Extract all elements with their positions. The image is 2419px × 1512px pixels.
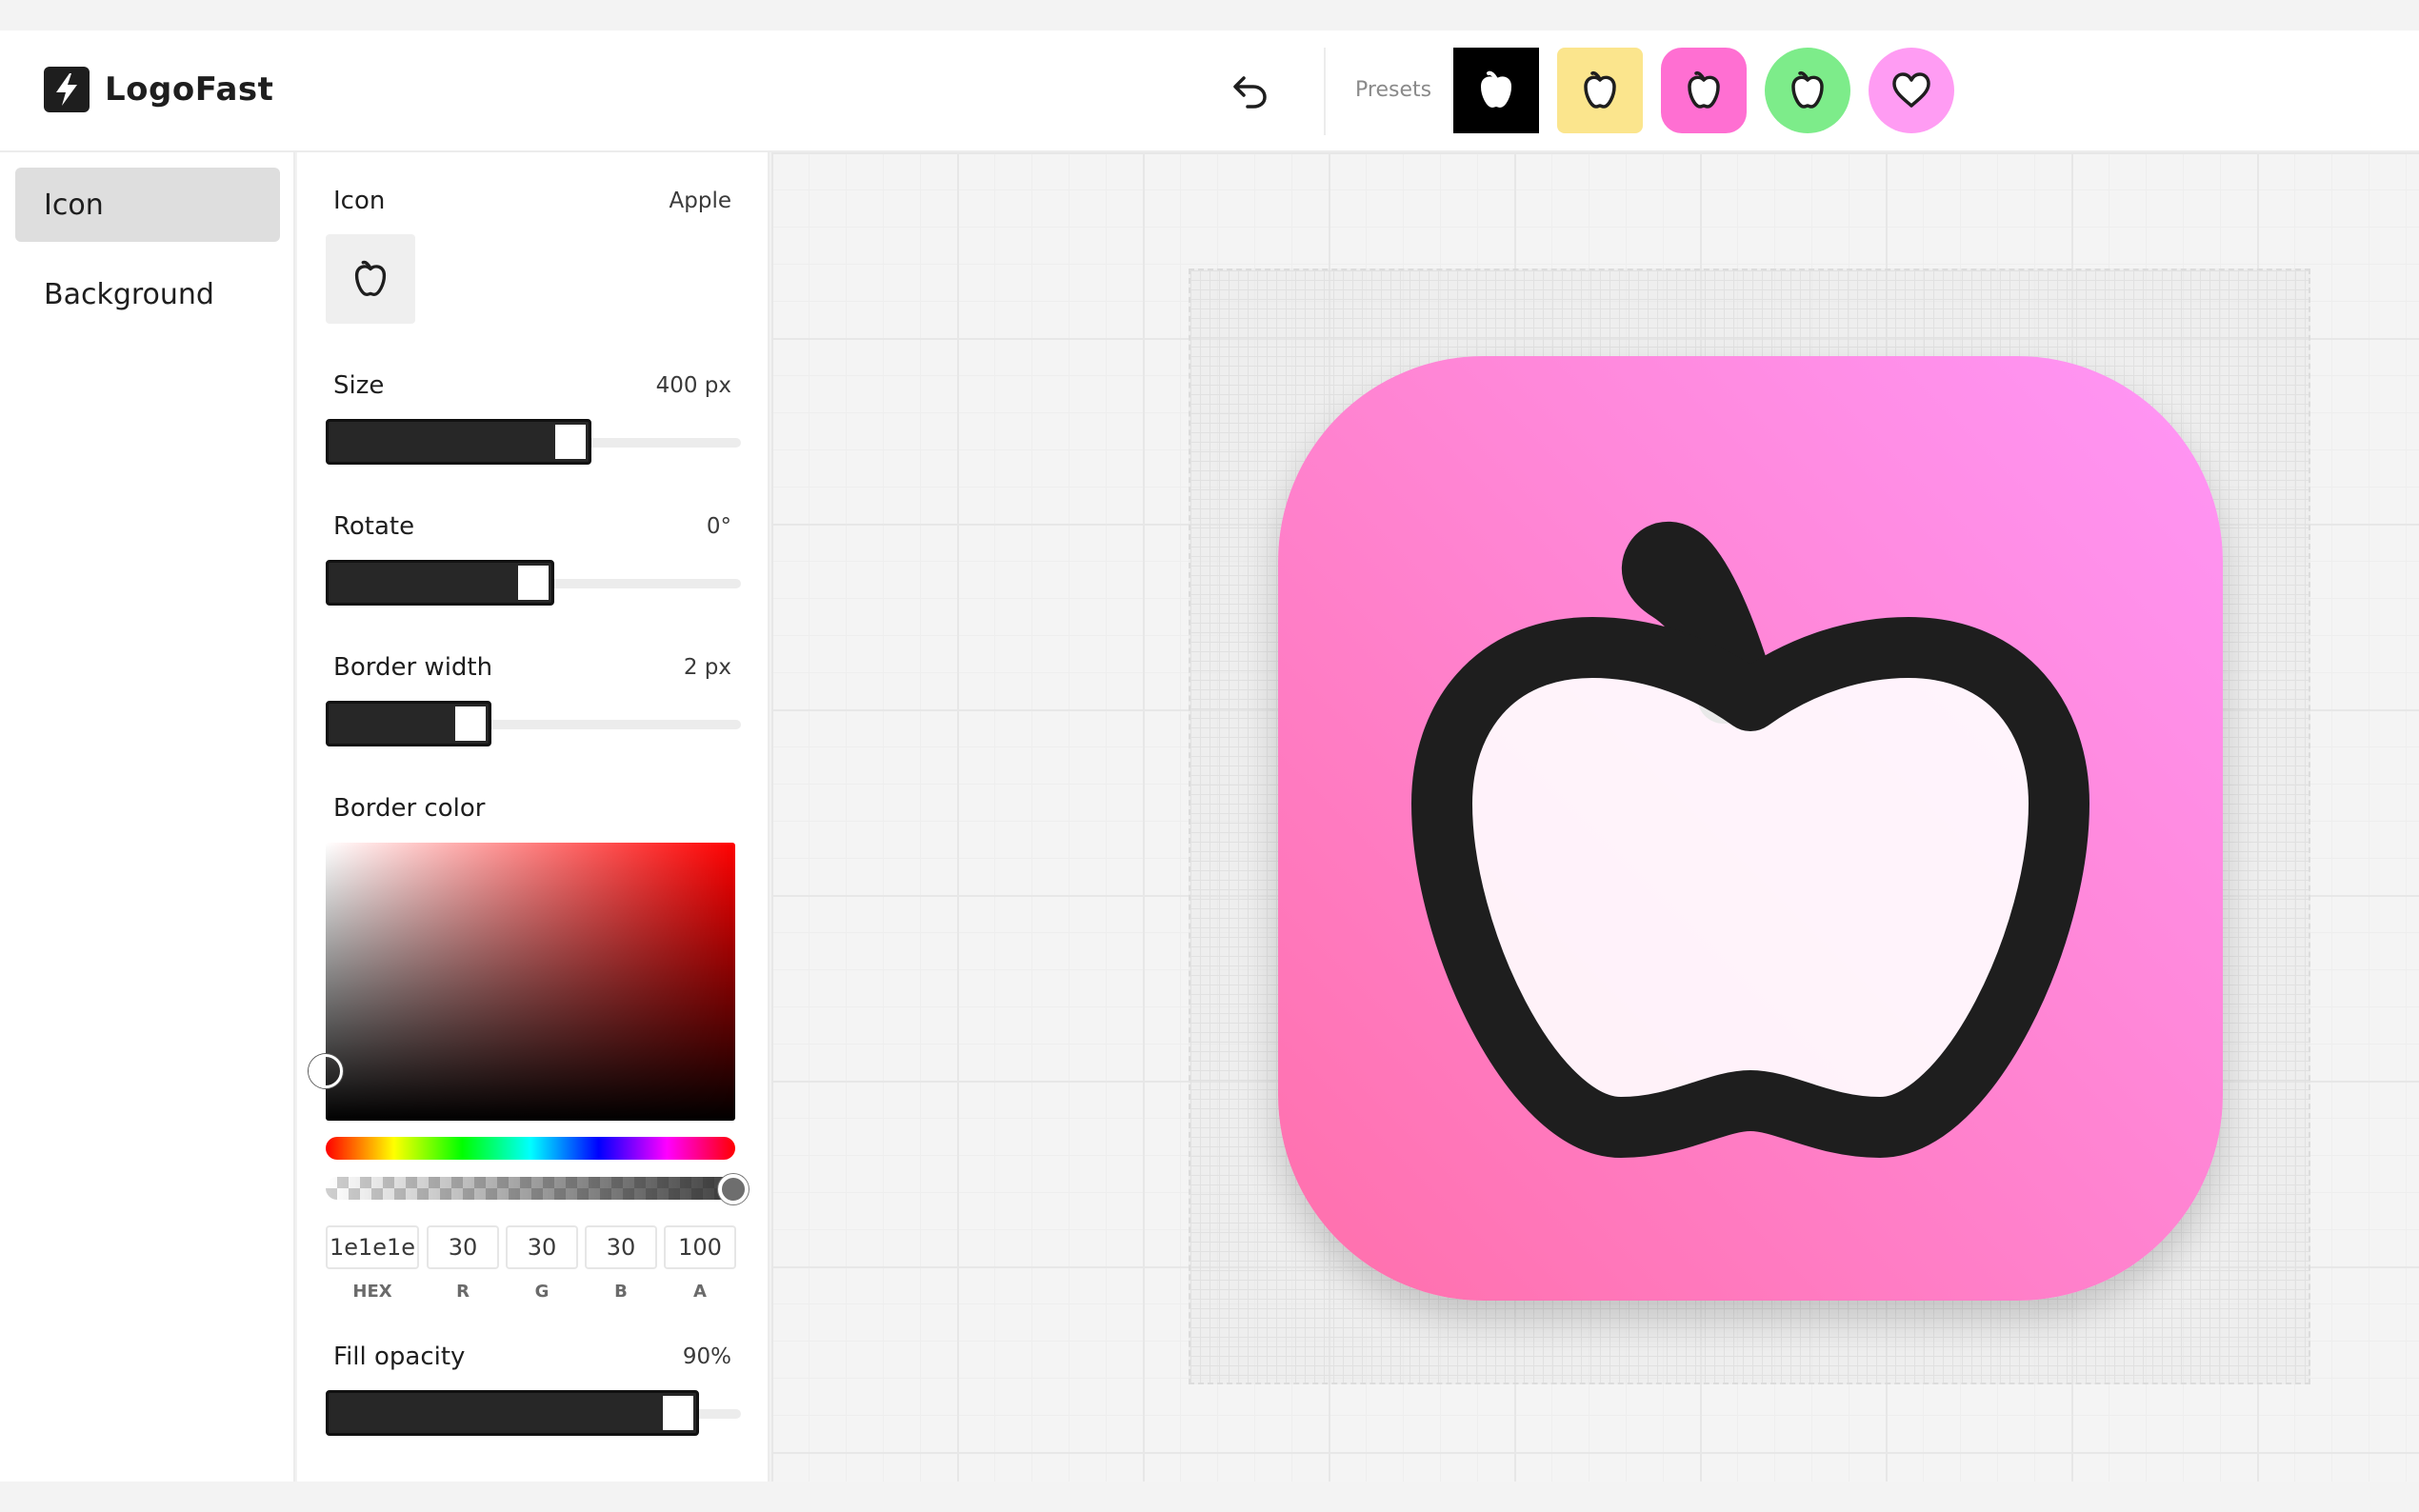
rotate-slider[interactable] [326,560,741,606]
green-input[interactable] [506,1225,578,1269]
settings-panel: Icon Apple Size 400 px Rotate 0° Border … [297,152,770,1485]
fill-opacity-label: Fill opacity [333,1343,466,1371]
sidebar-nav: Icon Background [0,152,295,1485]
sidebar-item-background[interactable]: Background [15,257,280,331]
apple-icon [1791,71,1824,109]
sidebar-item-label: Background [44,277,214,311]
color-picker-cursor[interactable] [309,1054,343,1088]
preset-yellow-square[interactable] [1557,48,1643,133]
presets-label: Presets [1355,78,1432,102]
saturation-value-picker[interactable] [326,843,735,1121]
sidebar-item-icon[interactable]: Icon [15,168,280,242]
slider-thumb[interactable] [515,563,551,603]
apple-icon [1688,71,1720,109]
icon-label: Icon [333,187,386,215]
hue-slider[interactable] [326,1137,735,1160]
alpha-slider-thumb[interactable] [718,1174,749,1204]
undo-button[interactable] [1229,69,1272,112]
border-width-slider[interactable] [326,701,741,746]
blue-label: B [614,1282,628,1302]
preset-green-circle[interactable] [1765,48,1850,133]
undo-icon [1233,76,1267,109]
preset-pink-rounded[interactable] [1661,48,1747,133]
fill-opacity-slider[interactable] [326,1390,741,1436]
fill-opacity-value: 90% [682,1344,731,1369]
red-label: R [456,1282,470,1302]
border-color-label: Border color [333,794,486,823]
preset-pink-circle-heart[interactable] [1869,48,1954,133]
slider-thumb[interactable] [552,422,589,462]
header-divider [1324,48,1326,135]
design-canvas[interactable] [771,152,2419,1482]
blue-input[interactable] [585,1225,657,1269]
sidebar-item-label: Icon [44,188,104,222]
green-label: G [534,1282,550,1302]
slider-thumb[interactable] [660,1393,696,1433]
app-name: LogoFast [105,70,274,109]
apple-icon [354,260,387,297]
size-value: 400 px [655,373,731,398]
hex-input[interactable] [326,1225,419,1269]
apple-icon [1584,71,1616,109]
apple-icon [1411,521,2089,1158]
rotate-label: Rotate [333,512,415,541]
apple-icon [1481,70,1511,108]
icon-value: Apple [669,189,731,213]
alpha-label: A [693,1282,707,1302]
hex-label: HEX [352,1282,392,1302]
heart-icon [1892,72,1930,108]
slider-fill [326,1390,699,1436]
top-bar: LogoFast Presets [0,30,2419,152]
icon-picker[interactable] [326,234,415,324]
logo-preview[interactable] [1278,356,2223,1301]
slider-thumb[interactable] [452,704,489,744]
red-input[interactable] [427,1225,499,1269]
top-strip [0,0,2419,30]
border-width-label: Border width [333,653,493,682]
preset-black-square[interactable] [1453,48,1539,133]
rotate-value: 0° [706,514,731,539]
alpha-slider[interactable] [326,1177,735,1200]
app-logo[interactable]: LogoFast [44,67,273,112]
size-label: Size [333,371,385,400]
size-slider[interactable] [326,419,741,465]
bottom-strip [0,1482,2419,1512]
border-width-value: 2 px [683,655,731,680]
lightning-logo-icon [44,67,90,112]
alpha-input[interactable] [664,1225,736,1269]
